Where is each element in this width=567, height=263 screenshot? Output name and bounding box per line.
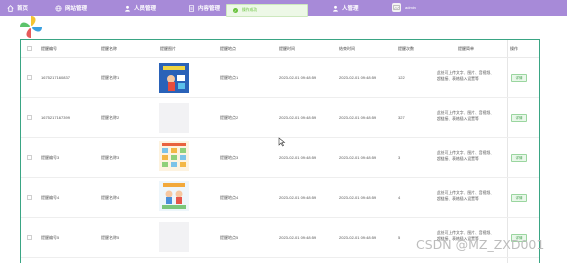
row-checkbox[interactable] [27, 155, 32, 160]
home-icon [7, 4, 14, 12]
nav-item-people-management[interactable]: 人员管理 [124, 0, 156, 16]
cell-description: 此处可上传文字、图片、音视频、超链接、表格插入设置等 [437, 151, 494, 161]
detail-button[interactable]: 详情 [511, 114, 527, 122]
cell-name: 提醒名称3 [101, 155, 120, 160]
cell-time: 2023-02-01 09:48:59 [279, 115, 317, 120]
cell-count: 122 [398, 75, 405, 80]
cell-name: 提醒名称1 [101, 75, 120, 80]
nav-label: 人管理 [342, 6, 359, 12]
nav-item-site-management[interactable]: 网站管理 [55, 0, 87, 16]
nav-item-people-management-2[interactable]: 人管理 [332, 0, 359, 16]
cell-place: 提醒地点5 [220, 235, 239, 240]
cell-count: 4 [398, 195, 401, 200]
user-name: admin [405, 5, 416, 10]
app-page: 首页 网站管理 人员管理 内容管理 人管理 admin ✓ 操作成功 提醒编号 … [0, 0, 567, 263]
nav-item-content-management[interactable]: 内容管理 [188, 0, 220, 16]
poster-image[interactable] [159, 63, 189, 93]
cell-code: 1675217167399 [41, 115, 70, 120]
cell-count: 5 [398, 235, 401, 240]
toast-message: 操作成功 [242, 8, 258, 12]
empty-image[interactable] [159, 103, 189, 133]
cell-name: 提醒名称5 [101, 235, 120, 240]
column-header-code[interactable]: 提醒编号 [41, 46, 57, 52]
avatar-icon [392, 3, 401, 12]
mouse-cursor-icon [278, 134, 286, 147]
column-header-image[interactable]: 提醒图片 [160, 46, 176, 52]
column-header-operation: 操作 [510, 46, 518, 51]
cell-name: 提醒名称4 [101, 195, 120, 200]
cell-time: 2023-02-01 09:48:59 [279, 235, 317, 240]
row-checkbox[interactable] [27, 75, 32, 80]
row-checkbox[interactable] [27, 235, 32, 240]
detail-button[interactable]: 详情 [511, 154, 527, 162]
globe-icon [55, 4, 62, 12]
pinwheel-logo [16, 14, 46, 40]
cell-place: 提醒地点3 [220, 155, 239, 160]
csdn-watermark: CSDN @MZ_ZXD001 [416, 237, 545, 252]
cell-code: 提醒编号4 [41, 195, 60, 200]
cell-code: 提醒编号3 [41, 155, 60, 160]
row-checkbox[interactable] [27, 195, 32, 200]
cell-place: 提醒地点4 [220, 195, 239, 200]
cartoon-image[interactable] [159, 181, 189, 211]
nav-label: 内容管理 [198, 6, 221, 12]
nav-label: 首页 [17, 6, 29, 12]
cell-description: 此处可上传文字、图片、音视频、超链接、表格插入设置等 [437, 71, 494, 81]
cell-count: 327 [398, 115, 405, 120]
cell-end-time: 2023-02-01 09:48:59 [339, 75, 377, 80]
row-checkbox[interactable] [27, 115, 32, 120]
cell-description: 此处可上传文字、图片、音视频、超链接、表格插入设置等 [437, 111, 494, 121]
table-row: 提醒编号4 提醒名称4 提醒地点4 2023-02-01 09:48:59 20… [21, 178, 539, 218]
nav-label: 人员管理 [134, 6, 157, 12]
people-icon [332, 5, 339, 12]
infographic-image[interactable] [159, 141, 189, 171]
nav-label: 网站管理 [65, 6, 88, 12]
cell-code: 提醒编号5 [41, 235, 60, 240]
column-header-count[interactable]: 提醒次数 [398, 46, 414, 52]
cell-place: 提醒地点2 [220, 115, 239, 120]
detail-button[interactable]: 详情 [511, 74, 527, 82]
column-header-place[interactable]: 提醒地点 [220, 46, 236, 52]
empty-image[interactable] [159, 222, 189, 252]
cell-end-time: 2023-02-01 09:48:59 [339, 115, 377, 120]
column-header-description[interactable]: 提醒简单 [458, 46, 474, 52]
cell-description: 此处可上传文字、图片、音视频、超链接、表格插入设置等 [437, 191, 494, 201]
cell-time: 2023-02-01 09:48:59 [279, 75, 317, 80]
select-all-checkbox[interactable] [27, 46, 32, 51]
table-row: 1675217160837 提醒名称1 提醒地点1 2023-02-01 09:… [21, 58, 539, 98]
cell-name: 提醒名称2 [101, 115, 120, 120]
column-header-end-time[interactable]: 结束时间 [339, 46, 355, 52]
column-header-name[interactable]: 提醒名称 [101, 46, 117, 52]
success-toast: ✓ 操作成功 [226, 4, 308, 17]
table-header: 提醒编号 提醒名称 提醒图片 提醒地点 提醒时间 结束时间 提醒次数 提醒简单 … [21, 40, 539, 58]
cell-end-time: 2023-02-01 09:48:59 [339, 235, 377, 240]
cell-count: 3 [398, 155, 401, 160]
people-icon [124, 5, 131, 12]
check-icon: ✓ [233, 8, 238, 13]
detail-button[interactable]: 详情 [511, 194, 527, 202]
column-header-time[interactable]: 提醒时间 [279, 46, 295, 52]
cell-place: 提醒地点1 [220, 75, 239, 80]
cell-end-time: 2023-02-01 09:48:59 [339, 195, 377, 200]
cell-end-time: 2023-02-01 09:48:59 [339, 155, 377, 160]
cell-time: 2023-02-01 09:48:59 [279, 195, 317, 200]
cell-time: 2023-02-01 09:48:59 [279, 155, 317, 160]
cell-code: 1675217160837 [41, 75, 70, 80]
table-row: 1675217167399 提醒名称2 提醒地点2 2023-02-01 09:… [21, 98, 539, 138]
document-icon [188, 4, 195, 12]
data-table: 提醒编号 提醒名称 提醒图片 提醒地点 提醒时间 结束时间 提醒次数 提醒简单 … [20, 39, 540, 263]
user-menu[interactable]: admin [392, 3, 416, 12]
